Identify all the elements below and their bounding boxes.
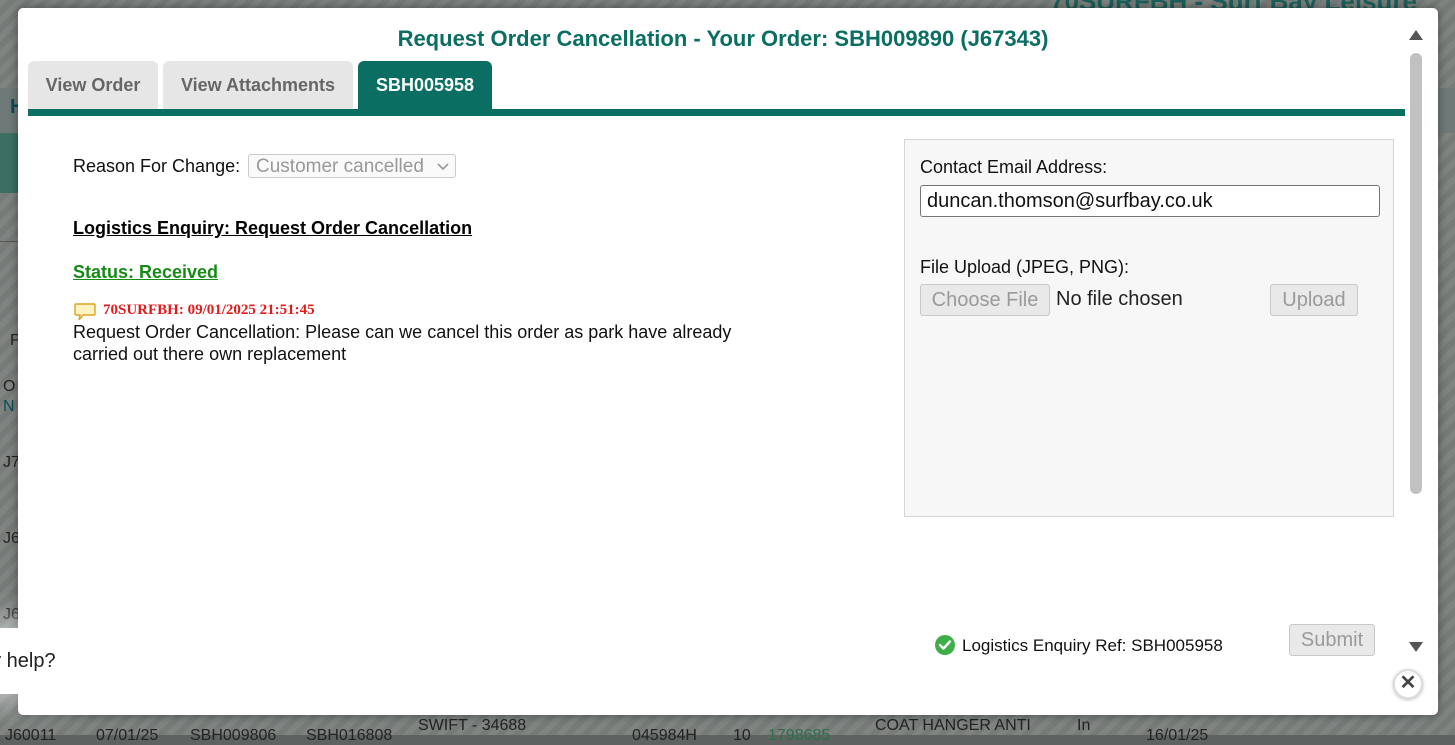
chevron-down-icon <box>437 155 449 186</box>
contact-upload-panel: Contact Email Address: File Upload (JPEG… <box>904 139 1394 517</box>
close-icon[interactable]: ✕ <box>1393 669 1423 699</box>
bg-cell: 1798685 <box>768 727 831 744</box>
status-text: Status: Received <box>73 262 219 282</box>
bg-cell: In <box>1077 717 1091 734</box>
help-chat-text: ny help? <box>0 650 56 672</box>
bg-cell: 07/01/25 <box>96 727 159 744</box>
help-chat-widget[interactable]: ny help? <box>0 628 90 694</box>
enquiry-reference: Logistics Enquiry Ref: SBH005958 <box>962 636 1223 655</box>
bg-cell: SBH016808 <box>306 727 393 744</box>
scroll-down-arrow-icon[interactable] <box>1409 642 1423 652</box>
email-label: Contact Email Address: <box>920 157 1108 177</box>
scrollbar-thumb[interactable] <box>1410 53 1422 494</box>
bg-cell: J60011 <box>5 727 57 744</box>
bg-cell: SWIFT - 34688 <box>418 717 527 734</box>
reason-selected-value: Customer cancelled <box>256 156 424 177</box>
tab-view-order[interactable]: View Order <box>28 61 158 109</box>
tab-underline <box>28 109 1405 116</box>
modal-title: Request Order Cancellation - Your Order:… <box>397 26 1049 51</box>
choose-file-button[interactable]: Choose File <box>920 284 1050 316</box>
bg-cell: 045984H <box>632 727 697 744</box>
reason-select[interactable]: Customer cancelled <box>248 154 456 178</box>
bg-cell: 10 <box>733 727 751 744</box>
upload-label: File Upload (JPEG, PNG): <box>920 257 1130 277</box>
modal-scrollbar[interactable] <box>1406 28 1426 660</box>
enquiry-heading: Logistics Enquiry: Request Order Cancell… <box>73 218 473 238</box>
bg-fragment: O <box>3 378 16 395</box>
speech-bubble-icon <box>74 302 96 322</box>
tab-enquiry[interactable]: SBH005958 <box>358 61 492 109</box>
message-body: Request Order Cancellation: Please can w… <box>73 322 732 364</box>
reason-label: Reason For Change: <box>73 156 241 176</box>
upload-button[interactable]: Upload <box>1270 284 1358 316</box>
message-author-time: 70SURFBH: 09/01/2025 21:51:45 <box>103 302 315 318</box>
bg-cell: 16/01/25 <box>1146 727 1209 744</box>
bg-fragment: N <box>3 398 15 415</box>
tab-view-attachments[interactable]: View Attachments <box>163 61 353 109</box>
check-circle-icon <box>934 634 956 656</box>
no-file-text: No file chosen <box>1056 288 1183 310</box>
cancellation-modal: Request Order Cancellation - Your Order:… <box>18 8 1438 715</box>
scroll-up-arrow-icon[interactable] <box>1409 30 1423 40</box>
bg-cell: SBH009806 <box>190 727 277 744</box>
email-field[interactable] <box>920 185 1380 217</box>
bg-green-band <box>0 133 20 193</box>
bg-cell: COAT HANGER ANTI <box>875 717 1031 734</box>
bg-row-line <box>0 241 20 242</box>
submit-button[interactable]: Submit <box>1289 624 1375 656</box>
